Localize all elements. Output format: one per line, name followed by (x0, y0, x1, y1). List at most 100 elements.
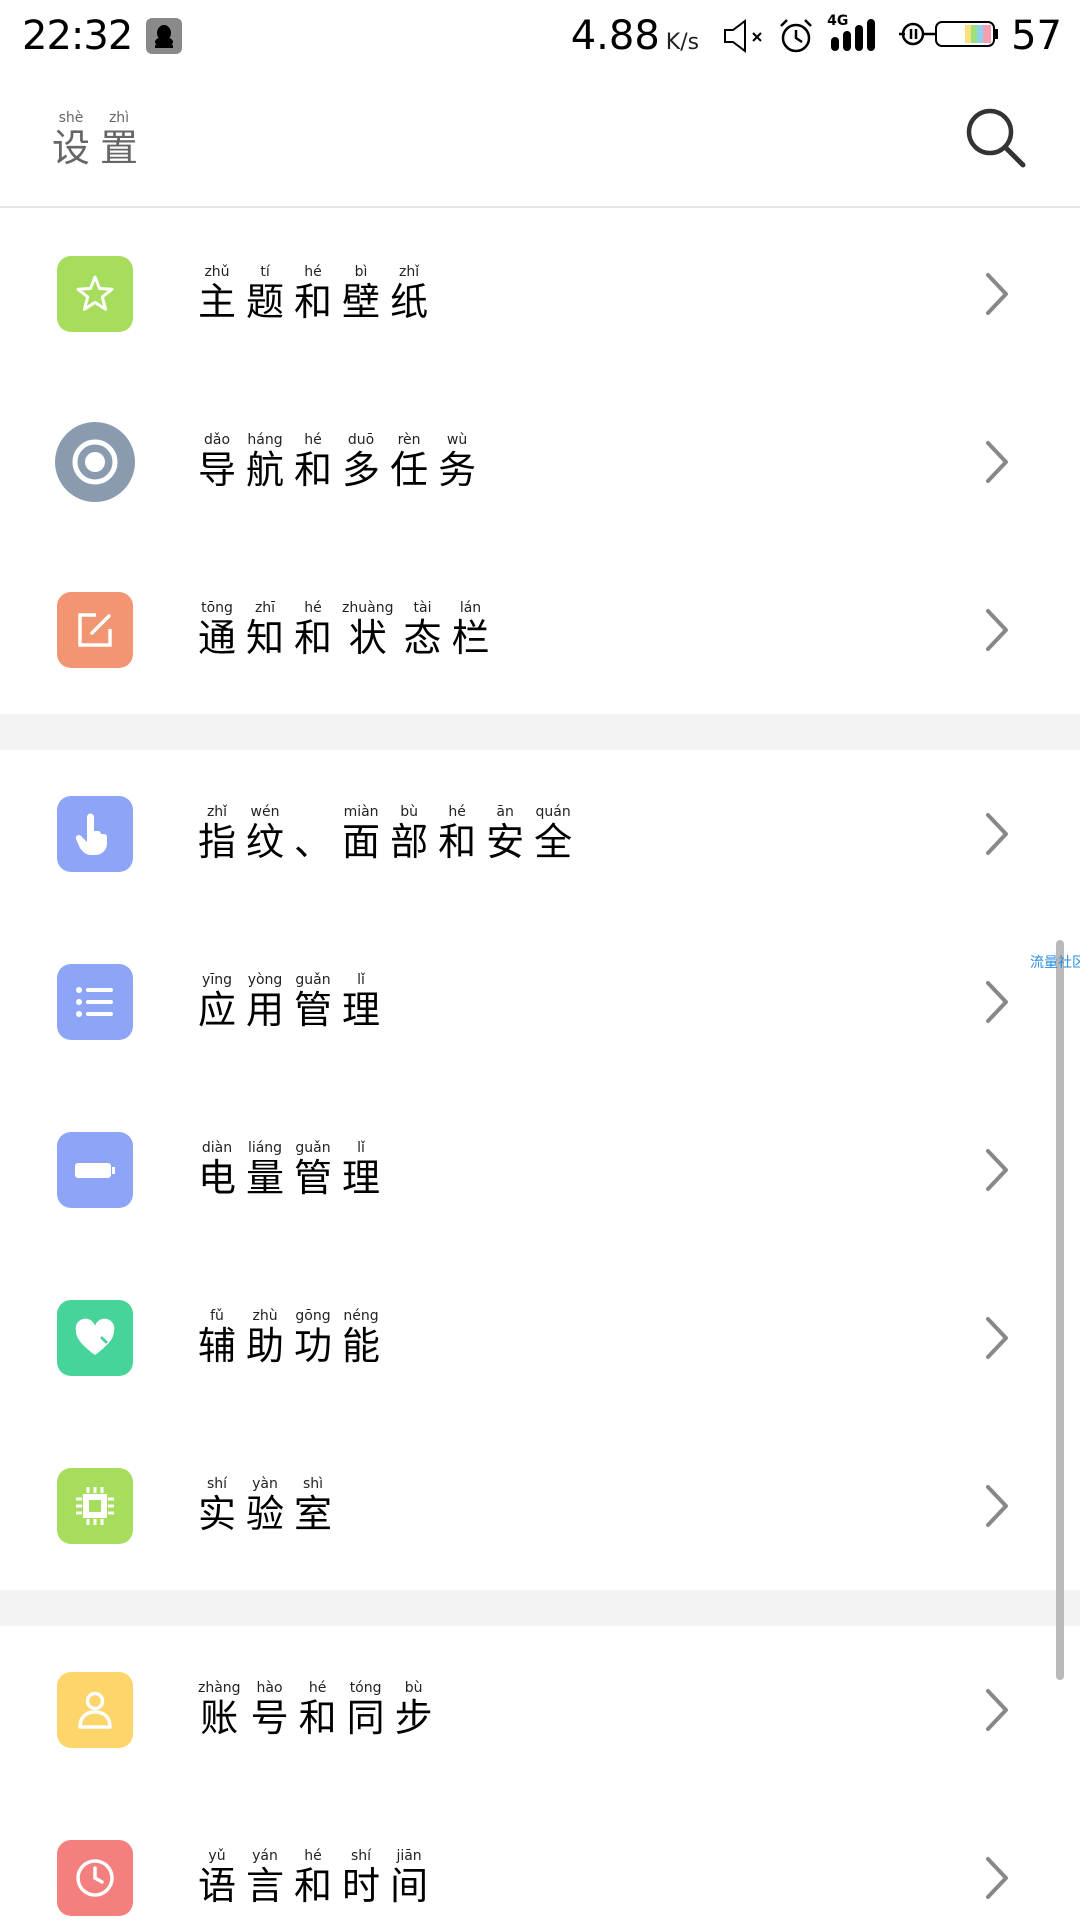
hand-icon (57, 796, 133, 872)
clock-icon (57, 1840, 133, 1916)
settings-item-label: zhàng 账 hào 号 hé 和 tóng 同 bù 步 (198, 1680, 443, 1740)
settings-item-apps[interactable]: yīng 应 yòng 用 guǎn 管 lǐ 理 (0, 918, 1080, 1086)
target-icon (55, 422, 135, 502)
hanzi: 多 (342, 448, 381, 492)
battery-percent: 57 (1011, 13, 1062, 59)
glyph: tōng 通 (198, 600, 236, 660)
scrollbar[interactable] (1056, 940, 1064, 1680)
hanzi: 应 (198, 988, 237, 1032)
pinyin: zhǔ (204, 264, 230, 280)
app-header: shè 设 zhì 置 (0, 72, 1080, 208)
pinyin: jiān (396, 1848, 422, 1864)
hanzi: 间 (390, 1864, 429, 1908)
battery-icon (57, 1132, 133, 1208)
hanzi: 理 (342, 1156, 381, 1200)
pinyin: zhì (108, 110, 130, 126)
chevron-right-icon (982, 1482, 1012, 1530)
search-button[interactable] (960, 102, 1030, 172)
hanzi: 能 (342, 1324, 381, 1368)
settings-item-lab[interactable]: shí 实 yàn 验 shì 室 (0, 1422, 1080, 1590)
pinyin: háng (247, 432, 283, 448)
settings-item-navigation[interactable]: dǎo 导 háng 航 hé 和 duō 多 rèn 任 wù 务 (0, 378, 1080, 546)
settings-item-accessibility[interactable]: fǔ 辅 zhù 助 gōng 功 néng 能 (0, 1254, 1080, 1422)
hanzi: 设 (52, 126, 91, 170)
section-divider (0, 1590, 1080, 1626)
hanzi: 指 (198, 820, 237, 864)
glyph: shí 时 (342, 1848, 380, 1908)
floating-overlay-label[interactable]: 流量社区 (1030, 952, 1080, 972)
pinyin: guǎn (295, 972, 331, 988)
hanzi: 、 (294, 820, 333, 864)
hanzi: 步 (394, 1696, 433, 1740)
mute-icon (721, 17, 767, 55)
glyph: hào 号 (251, 1680, 289, 1740)
hanzi: 量 (246, 1156, 285, 1200)
hanzi: 号 (250, 1696, 289, 1740)
hanzi: 验 (246, 1492, 285, 1536)
section-divider (0, 714, 1080, 750)
hanzi: 主 (198, 280, 237, 324)
glyph: tóng 同 (347, 1680, 385, 1740)
glyph: hé 和 (294, 600, 332, 660)
glyph: fǔ 辅 (198, 1308, 236, 1368)
glyph: háng 航 (246, 432, 284, 492)
settings-item-label: yǔ 语 yán 言 hé 和 shí 时 jiān 间 (198, 1848, 438, 1908)
glyph: diàn 电 (198, 1140, 236, 1200)
chevron-right-icon (982, 978, 1012, 1026)
pinyin: bì (354, 264, 368, 280)
pinyin: tài (413, 600, 432, 616)
glyph: yòng 用 (246, 972, 284, 1032)
pinyin: bù (400, 804, 418, 820)
pinyin: dǎo (203, 432, 231, 448)
settings-item-language[interactable]: yǔ 语 yán 言 hé 和 shí 时 jiān 间 (0, 1794, 1080, 1920)
charging-icon (899, 20, 936, 52)
glyph: hé 和 (294, 432, 332, 492)
settings-item-label: zhǔ 主 tí 题 hé 和 bì 壁 zhǐ 纸 (198, 264, 438, 324)
pinyin: tí (260, 264, 270, 280)
glyph: wén 纹 (246, 804, 284, 864)
page-title: shè 设 zhì 置 (52, 110, 148, 170)
glyph: hé 和 (438, 804, 476, 864)
battery-status: 57 (899, 13, 1062, 59)
glyph: zhǔ 主 (198, 264, 236, 324)
pinyin: yán (252, 1848, 278, 1864)
settings-item-label: dǎo 导 háng 航 hé 和 duō 多 rèn 任 wù 务 (198, 432, 486, 492)
hanzi: 电 (198, 1156, 237, 1200)
glyph: bù 步 (395, 1680, 433, 1740)
pinyin: zhǐ (206, 804, 228, 820)
settings-item-theme[interactable]: zhǔ 主 tí 题 hé 和 bì 壁 zhǐ 纸 (0, 210, 1080, 378)
glyph: zhǐ 指 (198, 804, 236, 864)
network-speed-unit: K/s (665, 30, 700, 55)
pinyin: hé (304, 1848, 322, 1864)
glyph: guǎn 管 (294, 1140, 332, 1200)
hanzi: 安 (486, 820, 525, 864)
settings-item-battery[interactable]: diàn 电 liáng 量 guǎn 管 lǐ 理 (0, 1086, 1080, 1254)
glyph: hé 和 (299, 1680, 337, 1740)
pinyin: hé (448, 804, 466, 820)
glyph: ān 安 (486, 804, 524, 864)
hanzi: 同 (346, 1696, 385, 1740)
hanzi: 账 (200, 1696, 239, 1740)
pinyin: duō (347, 432, 375, 448)
settings-item-security[interactable]: zhǐ 指 wén 纹、 miàn 面 bù 部 hé 和 ān 安 quán 全 (0, 750, 1080, 918)
settings-item-label: tōng 通 zhī 知 hé 和 zhuàng 状 tài 态 lán 栏 (198, 600, 500, 660)
glyph: hé 和 (294, 1848, 332, 1908)
pinyin: fǔ (210, 1308, 224, 1324)
chip-icon (57, 1468, 133, 1544)
hanzi: 通 (198, 616, 237, 660)
glyph: yán 言 (246, 1848, 284, 1908)
settings-item-account[interactable]: zhàng 账 hào 号 hé 和 tóng 同 bù 步 (0, 1626, 1080, 1794)
list-icon (57, 964, 133, 1040)
chevron-right-icon (982, 1146, 1012, 1194)
edit-icon (57, 592, 133, 668)
user-icon (57, 1672, 133, 1748)
pinyin: hé (304, 432, 322, 448)
glyph: liáng 量 (246, 1140, 284, 1200)
settings-item-notifications[interactable]: tōng 通 zhī 知 hé 和 zhuàng 状 tài 态 lán 栏 (0, 546, 1080, 714)
hanzi: 部 (390, 820, 429, 864)
hanzi: 栏 (451, 616, 490, 660)
pinyin: hé (304, 264, 322, 280)
pinyin: shí (206, 1476, 228, 1492)
glyph: bì 壁 (342, 264, 380, 324)
hanzi: 管 (294, 1156, 333, 1200)
